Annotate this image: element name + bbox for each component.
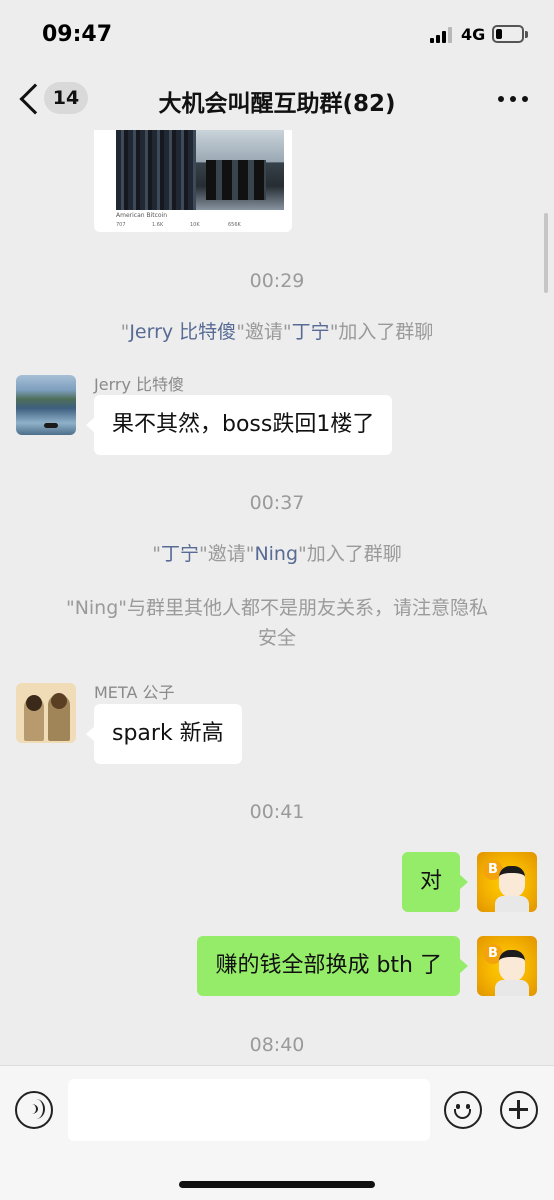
more-dots-icon[interactable] xyxy=(498,96,528,102)
timestamp: 00:41 xyxy=(249,801,305,823)
like-count: 10K xyxy=(190,222,200,228)
signal-icon xyxy=(430,27,456,43)
scrollbar[interactable] xyxy=(544,213,548,293)
my-avatar[interactable]: B xyxy=(477,852,537,912)
system-message-invite: "Jerry 比特傻"邀请"丁宁"加入了群聊 xyxy=(120,321,434,343)
system-message-privacy: "Ning"与群里其他人都不是朋友关系，请注意隐私 安全 xyxy=(65,597,489,649)
timestamp: 08:40 xyxy=(249,1034,305,1056)
image-caption: American Bitcoin xyxy=(116,212,168,219)
my-message-bubble[interactable]: 赚的钱全部换成 bth 了 xyxy=(197,936,468,996)
message-bubble[interactable]: spark 新高 xyxy=(86,704,242,764)
invitee-name[interactable]: 丁宁 xyxy=(292,321,330,343)
chat-title: 大机会叫醒互助群(82) xyxy=(158,91,396,117)
home-indicator[interactable] xyxy=(179,1181,375,1188)
avatar[interactable] xyxy=(16,375,76,435)
composer-bar xyxy=(0,1065,554,1200)
message-list[interactable]: American Bitcoin 707 1.6K 10K 656K 00:29… xyxy=(0,130,554,1065)
avatar[interactable] xyxy=(16,683,76,743)
my-message-bubble[interactable]: 对 xyxy=(401,852,469,912)
inviter-name[interactable]: 丁宁 xyxy=(161,543,199,565)
image-stats: 707 1.6K 10K 656K xyxy=(116,222,286,230)
datacenter-photo xyxy=(116,130,284,210)
voice-icon[interactable] xyxy=(15,1091,53,1129)
view-count: 656K xyxy=(228,222,241,228)
emoji-icon[interactable] xyxy=(444,1091,482,1129)
invitee-name[interactable]: Ning xyxy=(254,543,298,565)
message-input[interactable] xyxy=(68,1079,430,1141)
inviter-name[interactable]: Jerry 比特傻 xyxy=(129,321,236,343)
sender-name: META 公子 xyxy=(94,683,175,702)
plus-icon[interactable] xyxy=(500,1091,538,1129)
shared-image-message[interactable]: American Bitcoin 707 1.6K 10K 656K xyxy=(94,130,292,232)
sender-name: Jerry 比特傻 xyxy=(94,375,184,394)
timestamp: 00:29 xyxy=(249,270,305,292)
repost-count: 1.6K xyxy=(152,222,164,228)
timestamp: 00:37 xyxy=(249,492,305,514)
status-time: 09:47 xyxy=(42,22,113,47)
network-label: 4G xyxy=(461,25,486,44)
battery-icon xyxy=(492,25,528,43)
message-bubble[interactable]: 果不其然，boss跌回1楼了 xyxy=(85,395,393,455)
reply-count: 707 xyxy=(116,222,126,228)
status-bar: 09:47 4G xyxy=(0,0,554,70)
my-avatar[interactable]: B xyxy=(477,936,537,996)
system-message-invite: "丁宁"邀请"Ning"加入了群聊 xyxy=(152,543,402,565)
unread-count-badge[interactable]: 14 xyxy=(44,82,88,114)
